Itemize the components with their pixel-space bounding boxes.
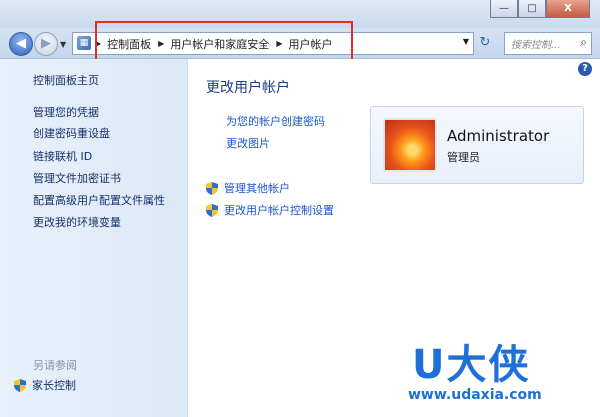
create-password-link[interactable]: 为您的帐户创建密码 (226, 113, 325, 129)
breadcrumb: ▶ 控制面板 ▶ 用户帐户和家庭安全 ▶ 用户帐户 (95, 33, 332, 54)
close-button[interactable]: X (546, 0, 590, 18)
shield-icon (206, 203, 218, 217)
breadcrumb-user-accounts[interactable]: 用户帐户 (288, 36, 332, 52)
sidebar-item-environment-variables[interactable]: 更改我的环境变量 (33, 214, 121, 230)
forward-icon[interactable]: ▶ (34, 32, 58, 56)
sidebar-item-advanced-profile-properties[interactable]: 配置高级用户配置文件属性 (33, 192, 165, 208)
window-controls: — □ X (490, 0, 590, 18)
address-history-dropdown-icon[interactable]: ▼ (463, 37, 469, 46)
control-panel-icon: ▦ (77, 36, 91, 50)
manage-other-accounts-label: 管理其他帐户 (224, 182, 290, 195)
sidebar-item-create-password-reset-disk[interactable]: 创建密码重设盘 (33, 125, 110, 141)
parental-controls-label: 家长控制 (32, 379, 76, 392)
shield-icon (14, 378, 26, 392)
change-picture-link[interactable]: 更改图片 (226, 135, 270, 151)
main-content: ? 更改用户帐户 为您的帐户创建密码 更改图片 管理其他帐户 更改用户帐户控制设… (188, 59, 600, 417)
user-role: 管理员 (447, 151, 480, 164)
search-input[interactable]: 搜索控制... ⌕ (504, 32, 592, 55)
maximize-button[interactable]: □ (518, 0, 546, 18)
manage-other-accounts-link[interactable]: 管理其他帐户 (206, 180, 290, 196)
shield-icon (206, 181, 218, 195)
breadcrumb-separator-icon[interactable]: ▶ (158, 39, 164, 48)
sidebar-item-control-panel-home[interactable]: 控制面板主页 (33, 72, 99, 88)
uac-settings-link[interactable]: 更改用户帐户控制设置 (206, 202, 334, 218)
title-bar: — □ X (0, 0, 600, 29)
sidebar-item-manage-encryption-certificates[interactable]: 管理文件加密证书 (33, 170, 121, 186)
back-icon[interactable]: ◀ (9, 32, 33, 56)
breadcrumb-separator-icon[interactable]: ▶ (95, 39, 101, 48)
watermark-logo: U大侠 (412, 342, 531, 388)
recent-pages-dropdown-icon[interactable]: ▼ (60, 40, 66, 49)
minimize-button[interactable]: — (490, 0, 518, 18)
search-icon[interactable]: ⌕ (580, 35, 587, 50)
breadcrumb-user-accounts-family-safety[interactable]: 用户帐户和家庭安全 (170, 36, 269, 52)
help-icon[interactable]: ? (578, 62, 592, 76)
refresh-icon[interactable]: ↻ (476, 34, 494, 52)
breadcrumb-separator-icon[interactable]: ▶ (276, 39, 282, 48)
see-also-heading: 另请参阅 (33, 359, 77, 372)
left-navigation-pane: 控制面板主页 管理您的凭据 创建密码重设盘 链接联机 ID 管理文件加密证书 配… (0, 59, 188, 417)
uac-settings-label: 更改用户帐户控制设置 (224, 204, 334, 217)
user-name: Administrator (447, 127, 550, 145)
sidebar-item-manage-credentials[interactable]: 管理您的凭据 (33, 104, 99, 120)
breadcrumb-control-panel[interactable]: 控制面板 (107, 36, 151, 52)
address-bar[interactable]: ▦ ▶ 控制面板 ▶ 用户帐户和家庭安全 ▶ 用户帐户 ▼ (72, 32, 474, 55)
navigation-bar: ◀ ▶ ▼ ▦ ▶ 控制面板 ▶ 用户帐户和家庭安全 ▶ 用户帐户 ▼ ↻ 搜索… (0, 28, 600, 59)
watermark-url: www.udaxia.com (408, 387, 542, 403)
user-account-card: Administrator 管理员 (370, 106, 584, 184)
avatar (383, 118, 437, 172)
page-title: 更改用户帐户 (206, 80, 290, 96)
sidebar-item-link-online-id[interactable]: 链接联机 ID (33, 148, 92, 164)
sidebar-item-parental-controls[interactable]: 家长控制 (14, 377, 76, 393)
search-placeholder: 搜索控制... (511, 40, 561, 51)
